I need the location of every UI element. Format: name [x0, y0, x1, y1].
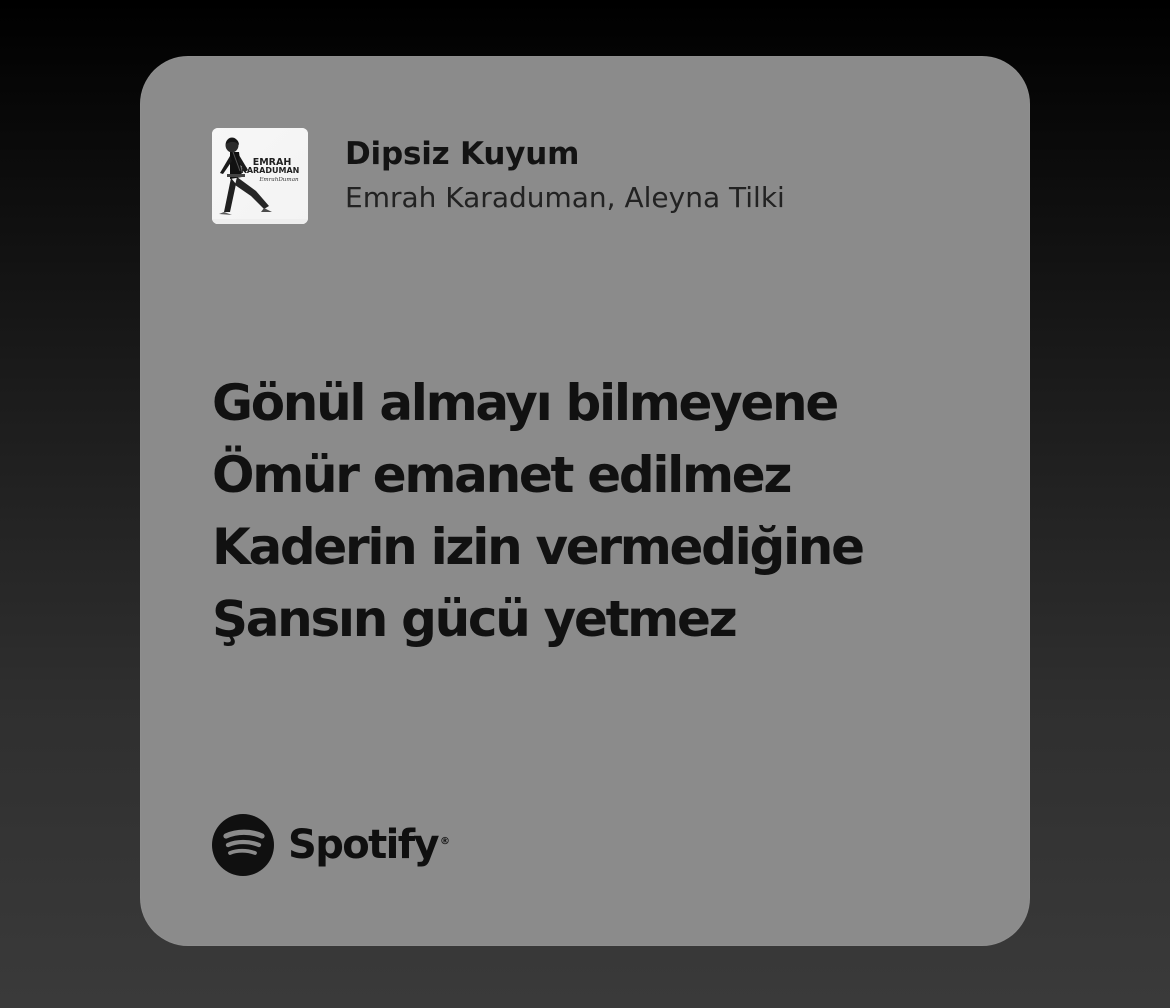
lyrics-block: Gönül almayı bilmeyene Ömür emanet edilm…: [212, 367, 972, 655]
lyric-line: Kaderin izin vermediğine: [212, 518, 865, 576]
album-title-line-2: KARADUMAN: [241, 166, 300, 175]
registered-mark: ®: [440, 835, 451, 847]
lyric-line: Şansın gücü yetmez: [212, 590, 738, 648]
spotify-icon: [212, 814, 274, 876]
track-header: EMRAH KARADUMAN EmrahDuman Dipsiz Kuyum …: [212, 128, 785, 224]
lyric-share-card: EMRAH KARADUMAN EmrahDuman Dipsiz Kuyum …: [140, 56, 1030, 946]
spotify-wordmark-text: Spotify: [288, 822, 440, 868]
track-meta: Dipsiz Kuyum Emrah Karaduman, Aleyna Til…: [345, 128, 785, 215]
spotify-wordmark: Spotify ®: [288, 825, 450, 865]
song-title[interactable]: Dipsiz Kuyum: [345, 134, 785, 174]
album-art[interactable]: EMRAH KARADUMAN EmrahDuman: [212, 128, 308, 224]
album-art-image: EMRAH KARADUMAN EmrahDuman: [212, 128, 308, 224]
lyric-line: Gönül almayı bilmeyene: [212, 374, 839, 432]
artist-names[interactable]: Emrah Karaduman, Aleyna Tilki: [345, 181, 785, 215]
lyric-line: Ömür emanet edilmez: [212, 446, 793, 504]
album-signature: EmrahDuman: [258, 177, 299, 183]
spotify-brand[interactable]: Spotify ®: [212, 814, 450, 876]
